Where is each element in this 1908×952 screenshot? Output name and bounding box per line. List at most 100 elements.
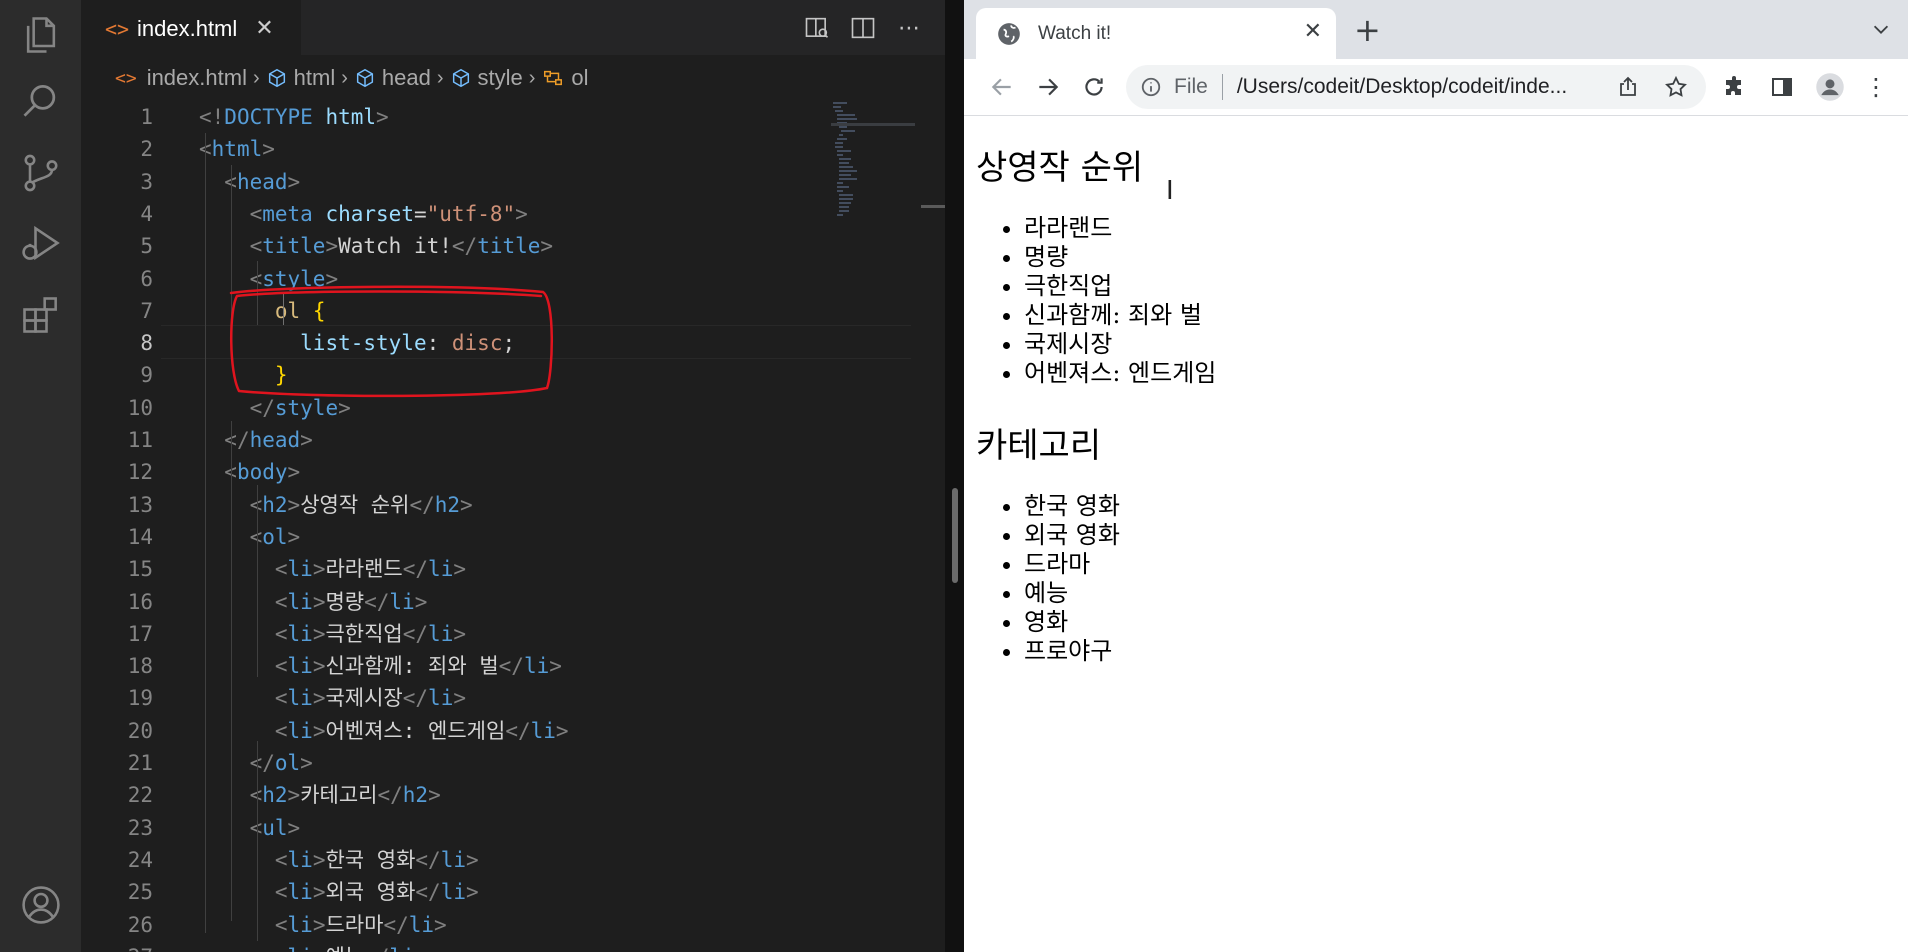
bookmark-button[interactable] <box>1660 71 1692 103</box>
code-line[interactable]: list-style: disc; <box>199 327 515 359</box>
globe-icon <box>998 22 1020 45</box>
explorer-button[interactable] <box>0 0 81 70</box>
extensions-button[interactable] <box>0 280 81 350</box>
breadcrumb-item-style[interactable]: style <box>450 65 523 91</box>
activity-bar <box>0 0 81 952</box>
star-icon <box>1665 75 1687 97</box>
indent-guide <box>205 133 206 933</box>
code-line[interactable]: <li>한국 영화</li> <box>199 844 479 876</box>
url-text[interactable]: /Users/codeit/Desktop/codeit/inde... <box>1237 75 1567 99</box>
chevron-right-icon: › <box>252 66 260 89</box>
symbol-element-icon <box>356 68 373 88</box>
code-line[interactable]: <li>드라마</li> <box>199 909 447 941</box>
browser-menu-button[interactable]: ⋮ <box>1860 71 1892 103</box>
more-actions-button[interactable]: ⋯ <box>889 8 929 48</box>
info-icon[interactable] <box>1140 76 1162 98</box>
close-icon[interactable]: ✕ <box>1304 19 1322 44</box>
close-icon[interactable]: ✕ <box>255 16 273 41</box>
code-line[interactable]: </style> <box>199 392 351 424</box>
indent-guide <box>257 741 258 941</box>
forward-button[interactable] <box>1032 71 1064 103</box>
line-number: 21 <box>127 751 153 775</box>
code-line[interactable]: <h2>상영작 순위</h2> <box>199 489 473 521</box>
code-line[interactable]: <head> <box>199 166 300 198</box>
code-line[interactable]: <html> <box>199 133 275 165</box>
profile-button[interactable] <box>1814 71 1846 103</box>
code-line[interactable]: <li>외국 영화</li> <box>199 876 479 908</box>
divider <box>1221 74 1223 100</box>
breadcrumb-label: index.html <box>146 65 247 90</box>
extensions-icon <box>22 297 57 333</box>
line-number: 19 <box>127 686 153 711</box>
editor-tab-index-html[interactable]: <> index.html ✕ <box>81 0 301 56</box>
search-icon <box>23 84 55 117</box>
code-line[interactable]: <style> <box>199 263 339 295</box>
breadcrumb-item-head[interactable]: head <box>354 65 431 91</box>
browser-tab-strip: Watch it! ✕ + <box>964 0 1908 59</box>
breadcrumb-item-ol[interactable]: ol <box>541 65 589 91</box>
line-number: 20 <box>127 718 153 743</box>
indent-guide-active <box>283 293 284 325</box>
editor-scrollbar[interactable] <box>921 101 945 952</box>
breadcrumb-item-html[interactable]: html <box>266 65 335 91</box>
side-panel-button[interactable] <box>1766 71 1798 103</box>
code-line[interactable]: <li>국제시장</li> <box>199 682 466 714</box>
code-line[interactable]: <title>Watch it!</title> <box>199 230 554 262</box>
code-line[interactable]: <li>신과함께: 죄와 벌</li> <box>199 650 562 682</box>
reload-button[interactable] <box>1078 71 1110 103</box>
account-icon <box>21 886 60 924</box>
breadcrumb-label: head <box>381 65 431 90</box>
code-line[interactable]: </ol> <box>199 747 313 779</box>
chevron-down-icon[interactable] <box>1870 18 1892 40</box>
profile-icon <box>1816 73 1844 101</box>
line-number: 23 <box>127 815 153 840</box>
chevron-right-icon: › <box>436 66 444 89</box>
code-line[interactable]: <h2>카테고리</h2> <box>199 779 441 811</box>
open-preview-button[interactable] <box>797 8 837 48</box>
html-file-icon: <> <box>105 16 130 41</box>
code-line[interactable]: <li>예능</li> <box>199 941 428 952</box>
run-debug-button[interactable] <box>0 208 81 278</box>
line-number: 10 <box>127 395 153 420</box>
code-line[interactable]: <li>어벤져스: 엔드게임</li> <box>199 715 569 747</box>
list-item: 외국 영화 <box>1024 521 1120 550</box>
line-number: 3 <box>140 169 153 194</box>
account-button[interactable] <box>0 870 81 940</box>
code-line[interactable]: <ol> <box>199 521 301 553</box>
code-line[interactable]: <meta charset="utf-8"> <box>199 198 528 230</box>
url-scheme: File <box>1174 75 1208 98</box>
code-line[interactable]: <li>명량</li> <box>199 586 428 618</box>
split-divider[interactable] <box>945 0 964 952</box>
categories-list: 한국 영화외국 영화드라마예능영화프로야구 <box>976 492 1120 666</box>
back-button[interactable] <box>986 71 1018 103</box>
scrollbar-thumb[interactable] <box>952 488 958 583</box>
search-button[interactable] <box>0 66 81 136</box>
new-tab-button[interactable]: + <box>1354 14 1381 46</box>
code-line[interactable]: <ul> <box>199 812 301 844</box>
line-number: 14 <box>127 524 153 549</box>
line-number: 8 <box>140 331 153 356</box>
extensions-button[interactable] <box>1718 71 1750 103</box>
web-page: 상영작 순위 라라랜드명량극한직업신과함께: 죄와 벌국제시장어벤져스: 엔드게… <box>964 116 1908 952</box>
list-item: 신과함께: 죄와 벌 <box>1024 301 1216 330</box>
source-control-button[interactable] <box>0 138 81 208</box>
code-line[interactable]: ol { <box>199 295 326 327</box>
list-item: 국제시장 <box>1024 330 1216 359</box>
share-button[interactable] <box>1612 71 1644 103</box>
code-editor[interactable]: 1 <!DOCTYPE html> 2 <html> 3 <head> 4 <meta c… <box>81 101 945 952</box>
list-item: 한국 영화 <box>1024 492 1120 521</box>
minimap[interactable] <box>831 101 915 221</box>
breadcrumb-item-file[interactable]: <> index.html <box>115 65 247 91</box>
code-line[interactable]: <li>극한직업</li> <box>199 618 466 650</box>
browser-tab-watch-it[interactable]: Watch it! ✕ <box>976 8 1336 59</box>
line-number: 4 <box>140 201 153 226</box>
code-line[interactable]: <!DOCTYPE html> <box>199 101 389 133</box>
extensions-puzzle-icon <box>1726 76 1741 95</box>
code-line[interactable]: } <box>199 359 288 391</box>
chevron-right-icon: › <box>341 66 348 89</box>
source-control-icon <box>24 154 57 192</box>
code-line[interactable]: <li>라라랜드</li> <box>199 553 466 585</box>
code-line[interactable]: </head> <box>199 424 313 456</box>
code-line[interactable]: <body> <box>199 456 300 488</box>
split-editor-button[interactable] <box>843 8 883 48</box>
